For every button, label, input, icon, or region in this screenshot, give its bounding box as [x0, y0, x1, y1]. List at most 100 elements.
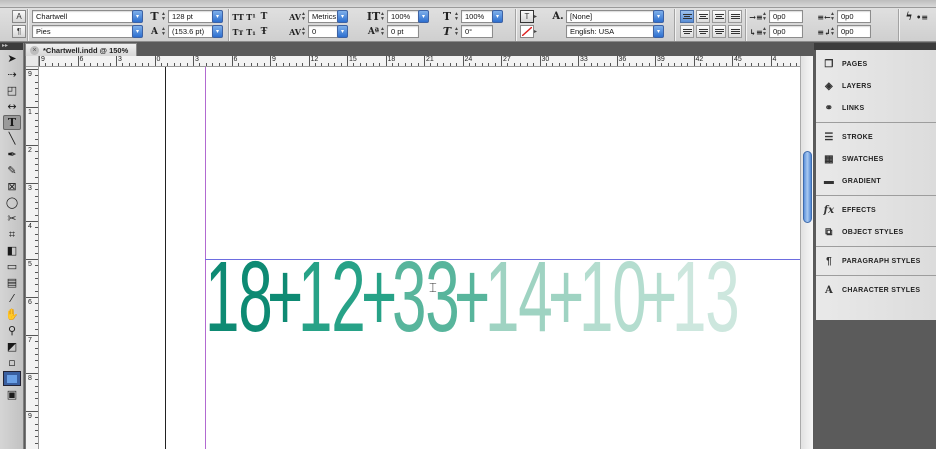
pencil-tool-icon[interactable]: ✎ [3, 163, 21, 178]
document-tab[interactable]: × *Chartwell.indd @ 150% [25, 43, 137, 56]
justify-all-button[interactable] [728, 25, 742, 38]
character-mode-button[interactable]: A [12, 10, 26, 23]
language-field[interactable]: English: USA [566, 25, 654, 38]
justify-center-button[interactable] [696, 25, 710, 38]
panel-character-styles[interactable]: A CHARACTER STYLES [816, 279, 936, 301]
align-justify-button[interactable] [728, 10, 742, 23]
first-line-indent-stepper[interactable]: ▲ ▼ [762, 26, 768, 38]
horizontal-scale-field[interactable]: 100% [461, 10, 493, 23]
dock-header[interactable] [814, 43, 936, 50]
baseline-shift-stepper[interactable]: ▲ ▼ [380, 26, 386, 38]
underline-icon[interactable]: T [258, 12, 270, 22]
skew-stepper[interactable]: ▲ ▼ [454, 26, 460, 38]
ruler-origin[interactable] [26, 56, 39, 67]
close-icon[interactable]: × [30, 45, 39, 55]
panel-stroke[interactable]: ☰ STROKE [816, 126, 936, 148]
panel-swatches[interactable]: ▦ SWATCHES [816, 148, 936, 170]
kerning-field[interactable]: Metrics [308, 10, 338, 23]
language-dropdown[interactable]: ▾ [653, 25, 664, 38]
font-style-dropdown[interactable]: ▾ [132, 25, 143, 38]
leading-dropdown[interactable]: ▾ [212, 25, 223, 38]
note-tool-icon[interactable]: ▤ [3, 275, 21, 290]
character-style-dropdown[interactable]: ▾ [653, 10, 664, 23]
tracking-dropdown[interactable]: ▾ [337, 25, 348, 38]
free-transform-tool-icon[interactable]: ⌗ [3, 227, 21, 242]
scrollbar-thumb[interactable] [803, 151, 812, 223]
pen-tool-icon[interactable]: ✒ [3, 147, 21, 162]
gap-tool-icon[interactable]: ↔ [3, 99, 21, 114]
gradient-feather-tool-icon[interactable]: ▭ [3, 259, 21, 274]
panel-paragraph-styles[interactable]: ¶ PARAGRAPH STYLES [816, 250, 936, 272]
hand-tool-icon[interactable]: ✋ [3, 307, 21, 322]
align-left-button[interactable] [680, 10, 694, 23]
ellipse-tool-icon[interactable]: ◯ [3, 195, 21, 210]
small-caps-icon[interactable]: Tт [232, 27, 244, 37]
first-line-indent-field[interactable]: 0p0 [769, 25, 803, 38]
horizontal-scale-dropdown[interactable]: ▾ [492, 10, 503, 23]
text-fill-icon[interactable]: T [520, 10, 534, 23]
vertical-scale-dropdown[interactable]: ▾ [418, 10, 429, 23]
tools-panel-header[interactable]: ▸▸ [0, 43, 23, 50]
selection-tool-icon[interactable]: ➤ [3, 51, 21, 66]
leading-field[interactable]: (153.6 pt) [168, 25, 213, 38]
vertical-ruler[interactable]: 9 1 2 3 4 5 6 7 8 9 [26, 67, 39, 449]
preview-view-icon[interactable]: ▣ [3, 387, 21, 402]
page-tool-icon[interactable]: ◰ [3, 83, 21, 98]
gradient-swatch-tool-icon[interactable]: ◧ [3, 243, 21, 258]
kerning-stepper[interactable]: ▲ ▼ [301, 11, 307, 23]
direct-selection-tool-icon[interactable]: ⇢ [3, 67, 21, 82]
justify-right-button[interactable] [712, 25, 726, 38]
document-canvas[interactable]: 9 6 3 0 3 6 9 12 15 18 21 24 27 30 33 36 39 42 45 4 9123456… [25, 56, 813, 449]
align-right-button[interactable] [712, 10, 726, 23]
tracking-field[interactable]: 0 [308, 25, 338, 38]
leading-stepper[interactable]: ▲ ▼ [161, 26, 167, 38]
eyedropper-tool-icon[interactable]: ⁄ [3, 291, 21, 306]
text-stroke-icon[interactable] [520, 25, 534, 38]
panel-gradient[interactable]: ▬ GRADIENT [816, 170, 936, 192]
tracking-stepper[interactable]: ▲ ▼ [301, 26, 307, 38]
all-caps-icon[interactable]: TT [232, 12, 244, 22]
baseline-shift-field[interactable]: 0 pt [387, 25, 419, 38]
type-tool-icon[interactable]: T [3, 115, 21, 130]
font-size-stepper[interactable]: ▲ ▼ [161, 11, 167, 23]
panel-layers[interactable]: ◈ LAYERS [816, 75, 936, 97]
left-indent-field[interactable]: 0p0 [769, 10, 803, 23]
text-fill-arrow-icon[interactable]: ▸ [534, 13, 540, 20]
vertical-scale-stepper[interactable]: ▲ ▼ [380, 11, 386, 23]
lightning-icon[interactable]: ϟ [903, 10, 915, 23]
fill-stroke-icon[interactable]: ◩ [3, 339, 21, 354]
superscript-icon[interactable]: T¹ [244, 12, 258, 22]
formatting-affects-icon[interactable]: ▫ [3, 355, 21, 370]
vertical-scale-field[interactable]: 100% [387, 10, 419, 23]
strikethrough-icon[interactable]: Ŧ [258, 27, 270, 37]
last-line-indent-stepper[interactable]: ▲ ▼ [830, 26, 836, 38]
font-family-dropdown[interactable]: ▾ [132, 10, 143, 23]
vertical-scrollbar[interactable] [800, 56, 813, 449]
font-family-field[interactable]: Chartwell [32, 10, 133, 23]
justify-left-button[interactable] [680, 25, 694, 38]
rectangle-frame-tool-icon[interactable]: ⊠ [3, 179, 21, 194]
font-style-field[interactable]: Pies [32, 25, 133, 38]
character-style-field[interactable]: [None] [566, 10, 654, 23]
last-line-indent-field[interactable]: 0p0 [837, 25, 871, 38]
text-stroke-arrow-icon[interactable]: ▸ [534, 28, 540, 35]
paragraph-mode-button[interactable]: ¶ [12, 25, 26, 38]
panel-object-styles[interactable]: ⧉ OBJECT STYLES [816, 221, 936, 243]
font-size-field[interactable]: 128 pt [168, 10, 213, 23]
horizontal-scale-stepper[interactable]: ▲ ▼ [454, 11, 460, 23]
panel-links[interactable]: ⚭ LINKS [816, 97, 936, 119]
right-indent-stepper[interactable]: ▲ ▼ [830, 11, 836, 23]
line-tool-icon[interactable]: ╲ [3, 131, 21, 146]
align-center-button[interactable] [696, 10, 710, 23]
skew-field[interactable]: 0° [461, 25, 493, 38]
left-indent-stepper[interactable]: ▲ ▼ [762, 11, 768, 23]
normal-view-icon[interactable] [3, 371, 21, 386]
kerning-dropdown[interactable]: ▾ [337, 10, 348, 23]
right-indent-field[interactable]: 0p0 [837, 10, 871, 23]
scissors-tool-icon[interactable]: ✂ [3, 211, 21, 226]
horizontal-ruler[interactable]: 9 6 3 0 3 6 9 12 15 18 21 24 27 30 33 36 39 42 45 4 [26, 56, 813, 67]
panel-pages[interactable]: ❐ PAGES [816, 53, 936, 75]
panel-menu-icon[interactable]: •≡ [915, 12, 929, 22]
font-size-dropdown[interactable]: ▾ [212, 10, 223, 23]
panel-effects[interactable]: fx EFFECTS [816, 199, 936, 221]
